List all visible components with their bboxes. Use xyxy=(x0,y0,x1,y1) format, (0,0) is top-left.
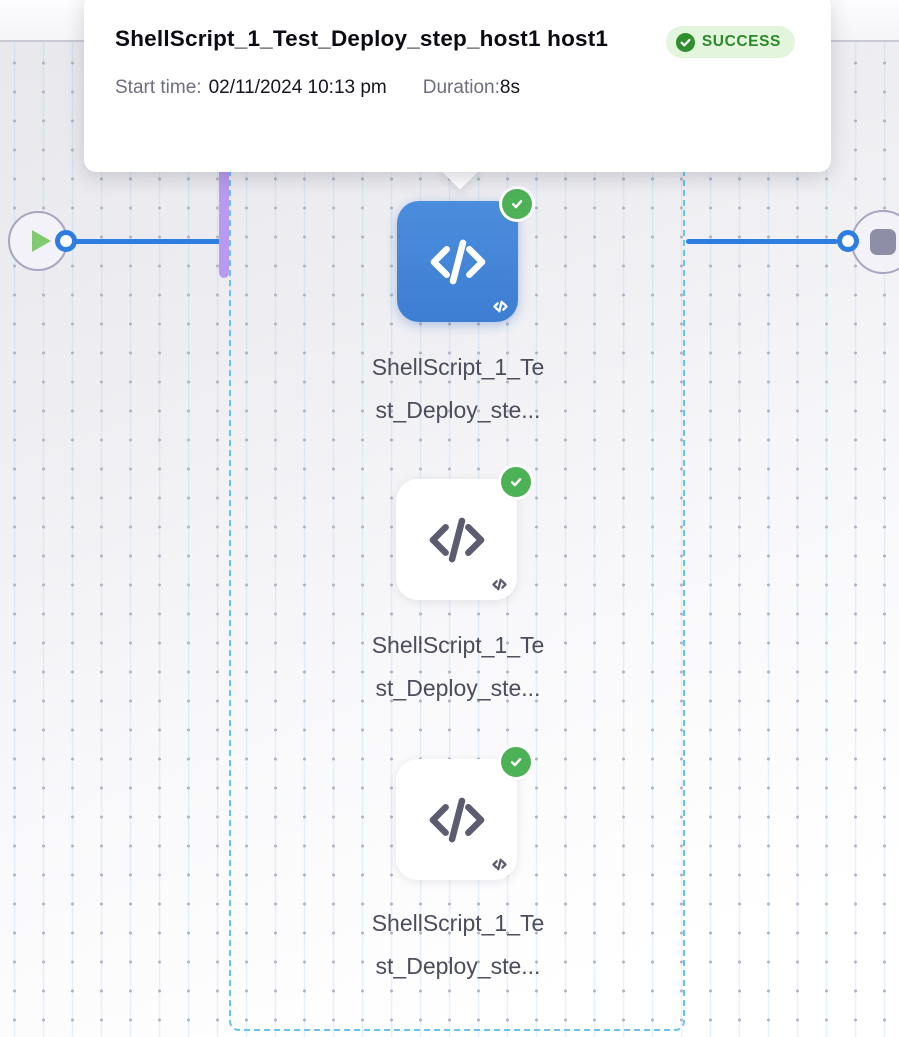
edge-line-right xyxy=(686,239,838,244)
step-label: ShellScript_1_Te st_Deploy_ste... xyxy=(308,624,608,710)
success-check-icon xyxy=(501,467,531,497)
status-text: SUCCESS xyxy=(702,33,781,51)
step-node-1[interactable] xyxy=(397,201,518,322)
pipeline-execution-canvas[interactable]: ShellScript_1_Te st_Deploy_ste... ShellS… xyxy=(0,0,899,1037)
tooltip-meta: Start time: 02/11/2024 10:13 pm Duration… xyxy=(115,77,795,99)
code-icon-small xyxy=(491,576,508,593)
check-circle-icon xyxy=(676,33,695,52)
code-icon-small xyxy=(492,298,509,315)
code-icon xyxy=(423,506,491,574)
code-icon-small xyxy=(491,856,508,873)
end-link-port xyxy=(837,230,859,252)
edge-line-left xyxy=(74,239,224,244)
step-label: ShellScript_1_Te st_Deploy_ste... xyxy=(308,346,608,432)
start-link-port xyxy=(55,230,77,252)
step-node-2[interactable] xyxy=(396,479,517,600)
stop-icon xyxy=(870,229,896,255)
success-check-icon xyxy=(501,747,531,777)
stage-indicator-bar xyxy=(219,160,229,278)
start-time-label: Start time: xyxy=(115,77,202,99)
code-icon xyxy=(423,786,491,854)
status-badge: SUCCESS xyxy=(666,26,795,58)
step-tooltip: ShellScript_1_Test_Deploy_step_host1 hos… xyxy=(84,0,831,172)
step-node-3[interactable] xyxy=(396,759,517,880)
step-label: ShellScript_1_Te st_Deploy_ste... xyxy=(308,902,608,988)
success-check-icon xyxy=(502,189,532,219)
duration-label: Duration: xyxy=(423,77,500,99)
graph-canvas[interactable]: ShellScript_1_Te st_Deploy_ste... ShellS… xyxy=(0,42,899,1037)
play-icon xyxy=(32,230,51,252)
start-time-value: 02/11/2024 10:13 pm xyxy=(209,77,387,99)
tooltip-title: ShellScript_1_Test_Deploy_step_host1 hos… xyxy=(115,18,670,60)
code-icon xyxy=(424,228,492,296)
duration-value: 8s xyxy=(500,77,520,99)
